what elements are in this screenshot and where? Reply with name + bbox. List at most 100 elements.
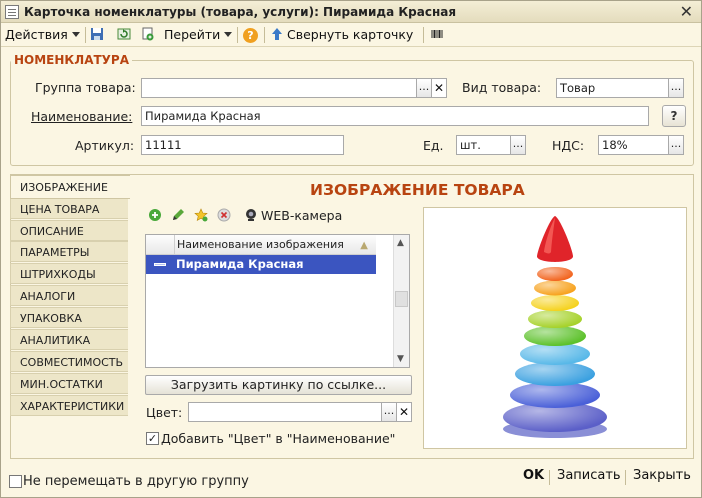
pencil-icon: [173, 209, 184, 220]
name-field[interactable]: Пирамида Красная: [141, 106, 649, 126]
tab-min-stock[interactable]: МИН.ОСТАТКИ: [10, 373, 128, 394]
tab-description[interactable]: ОПИСАНИЕ: [10, 220, 128, 241]
name-help-button[interactable]: ?: [662, 105, 686, 127]
plus-circle-icon: [149, 209, 161, 221]
help-icon: ?: [243, 28, 258, 43]
collapse-card-label: Свернуть карточку: [287, 27, 414, 42]
product-group-field[interactable]: [141, 78, 417, 98]
webcam-icon: [246, 209, 256, 221]
copy-document-icon: [142, 27, 154, 41]
tab-barcodes[interactable]: ШТРИХКОДЫ: [10, 263, 128, 284]
vertical-scrollbar[interactable]: ▲ ▼: [393, 235, 409, 367]
unit-label: Ед.: [423, 138, 444, 153]
scroll-down-icon[interactable]: ▼: [397, 354, 404, 364]
color-label: Цвет:: [146, 405, 183, 420]
dont-move-checkbox[interactable]: [9, 475, 22, 488]
ok-button[interactable]: OK: [523, 468, 544, 483]
collapse-card-button[interactable]: Свернуть карточку: [270, 26, 413, 44]
add-color-label: Добавить "Цвет" в "Наименование": [161, 431, 396, 446]
product-image-frame: [423, 207, 687, 449]
article-label: Артикул:: [75, 138, 135, 153]
save-close-button[interactable]: [90, 26, 104, 44]
webcam-label: WEB-камера: [261, 208, 343, 223]
article-field[interactable]: 11111: [141, 135, 344, 155]
clear-icon: ✕: [398, 405, 410, 419]
tab-characteristics[interactable]: ХАРАКТЕРИСТИКИ: [10, 395, 128, 416]
actions-menu-button[interactable]: Действия: [5, 26, 80, 44]
tab-price[interactable]: ЦЕНА ТОВАРА: [10, 198, 128, 219]
row-image-name: Пирамида Красная: [176, 257, 304, 271]
close-icon[interactable]: ✕: [680, 2, 693, 21]
clear-icon: ✕: [433, 81, 445, 95]
delete-icon: [217, 208, 231, 222]
toolbar-separator: [85, 27, 86, 43]
tab-analogs[interactable]: АНАЛОГИ: [10, 285, 128, 306]
actions-menu-label: Действия: [5, 27, 68, 42]
refresh-button[interactable]: [117, 26, 131, 44]
arrow-up-icon: [272, 28, 282, 40]
product-group-clear-button[interactable]: ✕: [431, 78, 447, 98]
favorite-image-button[interactable]: [194, 208, 208, 226]
product-type-field[interactable]: Товар: [556, 78, 669, 98]
color-field[interactable]: [188, 402, 382, 422]
tab-analytics[interactable]: АНАЛИТИКА: [10, 329, 128, 350]
vat-label: НДС:: [552, 138, 585, 153]
goto-menu-label: Перейти: [164, 27, 221, 42]
button-separator: [549, 470, 550, 485]
help-button[interactable]: ?: [243, 26, 258, 44]
toolbar: Действия Перейти ? Свернуть карточку: [1, 23, 701, 47]
toolbar-separator: [264, 27, 265, 43]
row-marker-icon: [154, 263, 166, 266]
caret-down-icon: [71, 32, 80, 37]
product-type-select-button[interactable]: ...: [668, 78, 684, 98]
close-button[interactable]: Закрыть: [633, 468, 691, 483]
save-icon: [91, 28, 103, 40]
title-bar: Карточка номенклатуры (товара, услуги): …: [1, 1, 701, 23]
barcode-button[interactable]: [430, 26, 444, 44]
table-header-marker: [146, 235, 174, 255]
scroll-thumb[interactable]: [395, 291, 408, 307]
document-icon: [5, 5, 19, 19]
delete-image-button[interactable]: [217, 208, 231, 226]
unit-field[interactable]: шт.: [456, 135, 511, 155]
product-group-label: Группа товара:: [35, 80, 136, 95]
dont-move-label: Не перемещать в другую группу: [23, 474, 249, 489]
load-image-by-url-button[interactable]: Загрузить картинку по ссылке...: [145, 375, 412, 395]
unit-select-button[interactable]: ...: [510, 135, 526, 155]
sort-icon: ▲: [360, 240, 368, 251]
webcam-button[interactable]: WEB-камера: [244, 208, 342, 226]
name-label-link[interactable]: Наименование:: [31, 109, 132, 124]
button-separator: [625, 470, 626, 485]
tab-image[interactable]: ИЗОБРАЖЕНИЕ: [10, 175, 130, 199]
product-type-label: Вид товара:: [462, 80, 542, 95]
tab-compatibility[interactable]: СОВМЕСТИМОСТЬ: [10, 351, 128, 372]
toolbar-separator: [423, 27, 424, 43]
save-button[interactable]: Записать: [557, 468, 621, 483]
tab-packaging[interactable]: УПАКОВКА: [10, 307, 128, 328]
group-title: НОМЕНКЛАТУРА: [11, 53, 133, 67]
edit-image-button[interactable]: [171, 208, 185, 226]
add-image-button[interactable]: [148, 208, 162, 226]
vat-select-button[interactable]: ...: [668, 135, 684, 155]
image-tab-heading: ИЗОБРАЖЕНИЕ ТОВАРА: [310, 181, 525, 199]
tab-parameters[interactable]: ПАРАМЕТРЫ: [10, 241, 128, 262]
refresh-icon: [117, 28, 131, 40]
column-header-image-name[interactable]: Наименование изображения ▲: [174, 235, 376, 255]
barcode-icon: [431, 30, 443, 38]
window-title: Карточка номенклатуры (товара, услуги): …: [24, 5, 457, 19]
goto-menu-button[interactable]: Перейти: [164, 26, 233, 44]
scroll-up-icon[interactable]: ▲: [397, 238, 404, 248]
star-icon: [194, 208, 208, 222]
copy-button[interactable]: [141, 26, 155, 44]
add-color-checkbox[interactable]: ✓: [146, 432, 159, 445]
color-clear-button[interactable]: ✕: [396, 402, 412, 422]
toolbar-separator: [237, 27, 238, 43]
window: Карточка номенклатуры (товара, услуги): …: [0, 0, 702, 498]
pyramid-toy-image: [503, 216, 607, 438]
product-group-select-button[interactable]: ...: [416, 78, 432, 98]
caret-down-icon: [224, 32, 233, 37]
color-select-button[interactable]: ...: [381, 402, 397, 422]
table-row[interactable]: Пирамида Красная: [146, 255, 376, 274]
vat-field[interactable]: 18%: [598, 135, 669, 155]
images-table[interactable]: Наименование изображения ▲ Пирамида Крас…: [145, 234, 410, 368]
